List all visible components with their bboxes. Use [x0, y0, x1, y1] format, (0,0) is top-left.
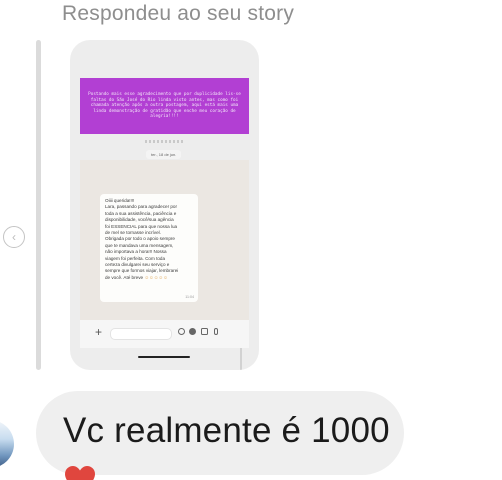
screenshot-chat-area: Oiiii querida!!!! Lara, passando para ag… — [80, 160, 249, 370]
camera-icon — [201, 328, 208, 335]
heart-icon[interactable] — [65, 466, 95, 480]
home-indicator — [138, 356, 190, 358]
message-line: de você. Até breve — [105, 274, 144, 280]
plus-icon: + — [95, 325, 103, 339]
story-preview[interactable]: Postando mais esse agradecimento que por… — [70, 40, 259, 370]
chevron-left-icon[interactable]: ‹ — [3, 226, 25, 248]
screenshot-message-bubble: Oiiii querida!!!! Lara, passando para ag… — [100, 194, 198, 302]
screenshot-text-field — [110, 328, 172, 340]
emoji-row: ☺☺☺☺☺ — [144, 274, 168, 280]
loading-dots — [145, 140, 185, 143]
sticker-icon — [178, 328, 185, 335]
microphone-icon — [214, 328, 218, 335]
message-line-last: de você. Até breve ☺☺☺☺☺ — [105, 275, 193, 281]
payment-icon — [189, 328, 196, 335]
message-time: 11:04 — [185, 294, 194, 299]
reply-context-label: Respondeu ao seu story — [62, 2, 295, 25]
message-text: Vc realmente é 1000 — [63, 411, 390, 450]
quote-bar — [36, 40, 41, 370]
avatar[interactable] — [0, 420, 14, 468]
story-banner: Postando mais esse agradecimento que por… — [80, 78, 249, 134]
date-chip: ter., 18 de jun. — [146, 150, 182, 159]
story-banner-text: Postando mais esse agradecimento que por… — [88, 92, 241, 120]
screenshot-input-bar: + — [80, 320, 249, 348]
